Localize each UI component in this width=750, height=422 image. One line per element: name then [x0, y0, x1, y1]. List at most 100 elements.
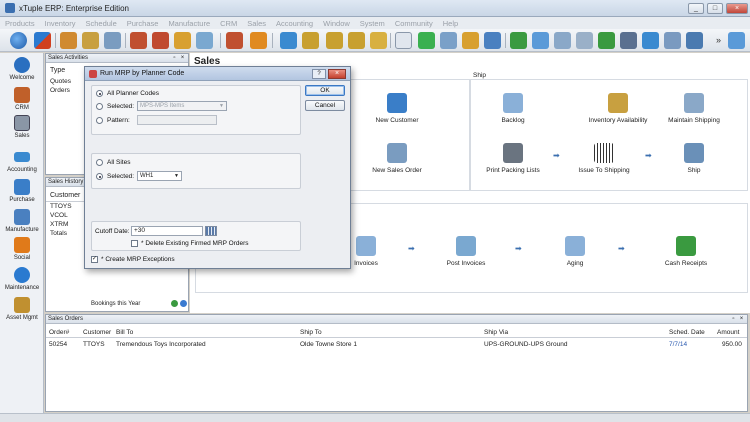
image-icon[interactable] [462, 32, 479, 49]
sidebar-item-social[interactable]: Social [0, 237, 44, 265]
check-icon[interactable] [418, 32, 435, 49]
sidebar-item-purchase[interactable]: Purchase [0, 179, 44, 207]
panel-close-icon[interactable]: × [179, 55, 186, 62]
aging-action[interactable]: Aging [535, 236, 615, 274]
list-item[interactable]: Orders [50, 87, 70, 94]
box-icon[interactable] [370, 32, 387, 49]
list-item[interactable]: VCOL [50, 212, 68, 219]
new-sales-order-action[interactable]: New Sales Order [357, 143, 437, 181]
schedule-icon[interactable] [130, 32, 147, 49]
ok-button[interactable]: OK [305, 85, 345, 96]
float-icon[interactable]: ▫ [730, 316, 737, 323]
issue-to-shipping-action[interactable]: Issue To Shipping [564, 143, 644, 181]
sidebar-item-welcome[interactable]: Welcome [0, 57, 44, 85]
site-selected-radio[interactable] [96, 173, 103, 180]
menu-products[interactable]: Products [0, 17, 40, 28]
column-header-ship-via[interactable]: Ship Via [484, 329, 508, 336]
sidebar-item-manufacture[interactable]: Manufacture [0, 209, 44, 237]
dialog-close-button[interactable]: × [328, 69, 346, 79]
list-item[interactable]: Totals [50, 230, 67, 237]
cutoff-date-input[interactable]: +30 [131, 226, 203, 236]
refresh-icon[interactable] [642, 32, 659, 49]
toolbar-more-icon[interactable]: » [716, 35, 721, 45]
print-packing-lists-action[interactable]: Print Packing Lists [473, 143, 553, 181]
column-header-customer[interactable]: Customer [83, 329, 111, 336]
sidebar-item-maintenance[interactable]: Maintenance [0, 267, 44, 295]
post-invoices-action[interactable]: Post Invoices [426, 236, 506, 274]
globe-icon[interactable] [10, 32, 27, 49]
menu-sales[interactable]: Sales [242, 17, 271, 28]
menu-crm[interactable]: CRM [215, 17, 242, 28]
menu-window[interactable]: Window [318, 17, 355, 28]
create-exceptions-checkbox[interactable]: ✓ [91, 256, 98, 263]
planning-icon[interactable] [152, 32, 169, 49]
invoice-icon[interactable] [576, 32, 593, 49]
menu-inventory[interactable]: Inventory [40, 17, 81, 28]
help-button[interactable]: ? [312, 69, 326, 79]
all-planner-codes-radio[interactable] [96, 90, 103, 97]
items-icon[interactable] [174, 32, 191, 49]
column-header-sched-date[interactable]: Sched. Date [669, 329, 705, 336]
card-icon[interactable] [532, 32, 549, 49]
maintain-shipping-action[interactable]: Maintain Shipping [654, 93, 734, 131]
document-icon[interactable] [440, 32, 457, 49]
column-header-customer[interactable]: Customer [50, 192, 80, 199]
menu-community[interactable]: Community [390, 17, 438, 28]
site-select[interactable]: WH1 ▼ [137, 171, 182, 181]
clipboard-icon[interactable] [395, 32, 412, 49]
list-icon[interactable] [554, 32, 571, 49]
cash-receipts-action[interactable]: Cash Receipts [646, 236, 726, 274]
column-header-order[interactable]: Order# [49, 329, 69, 336]
column-header-amount[interactable]: Amount [717, 329, 739, 336]
bank-icon[interactable] [686, 32, 703, 49]
customers-icon[interactable] [484, 32, 501, 49]
menu-manufacture[interactable]: Manufacture [163, 17, 215, 28]
menu-purchase[interactable]: Purchase [122, 17, 164, 28]
cancel-button[interactable]: Cancel [305, 100, 345, 111]
table-row[interactable]: 50254 TTOYS Tremendous Toys Incorporated… [46, 340, 747, 350]
mrp-icon[interactable] [226, 32, 243, 49]
column-header-bill-to[interactable]: Bill To [116, 329, 133, 336]
next-icon[interactable] [180, 300, 187, 307]
user-icon[interactable] [250, 32, 267, 49]
menu-system[interactable]: System [355, 17, 390, 28]
truck-icon[interactable] [302, 32, 319, 49]
calendar-icon[interactable] [664, 32, 681, 49]
receive-icon[interactable] [326, 32, 343, 49]
planner-code-select[interactable]: MPS-MPS Items ▼ [137, 101, 227, 111]
maximize-button[interactable]: □ [707, 3, 723, 14]
sidebar-item-crm[interactable]: CRM [0, 87, 44, 115]
handshake-icon[interactable] [598, 32, 615, 49]
sidebar-item-asset-mgmt[interactable]: Asset Mgmt [0, 297, 44, 325]
boxes-icon[interactable] [82, 32, 99, 49]
ship-action[interactable]: Ship [654, 143, 734, 181]
planner-selected-radio[interactable] [96, 103, 103, 110]
gl-icon[interactable] [728, 32, 745, 49]
column-header-ship-to[interactable]: Ship To [300, 329, 322, 336]
vendor-icon[interactable] [348, 32, 365, 49]
delete-firmed-checkbox[interactable] [131, 240, 138, 247]
sidebar-item-sales[interactable]: Sales [0, 115, 44, 143]
menu-schedule[interactable]: Schedule [80, 17, 121, 28]
list-item[interactable]: Quotes [50, 78, 71, 85]
pattern-radio[interactable] [96, 117, 103, 124]
ledger-icon[interactable] [620, 32, 637, 49]
worksheet-icon[interactable] [196, 32, 213, 49]
report-icon[interactable] [104, 32, 121, 49]
inventory-availability-action[interactable]: Inventory Availability [578, 93, 658, 131]
xtuple-icon[interactable] [34, 32, 51, 49]
list-item[interactable]: XTRM [50, 221, 68, 228]
purchase-icon[interactable] [280, 32, 297, 49]
sidebar-item-accounting[interactable]: Accounting [0, 149, 44, 177]
menu-help[interactable]: Help [438, 17, 463, 28]
new-customer-action[interactable]: New Customer [357, 93, 437, 131]
backlog-action[interactable]: Backlog [473, 93, 553, 131]
float-icon[interactable]: ▫ [171, 55, 178, 62]
prev-icon[interactable] [171, 300, 178, 307]
calendar-icon[interactable] [205, 226, 217, 236]
products-icon[interactable] [60, 32, 77, 49]
menu-accounting[interactable]: Accounting [271, 17, 318, 28]
all-sites-radio[interactable] [96, 159, 103, 166]
pen-icon[interactable] [510, 32, 527, 49]
list-item[interactable]: TTOYS [50, 203, 72, 210]
